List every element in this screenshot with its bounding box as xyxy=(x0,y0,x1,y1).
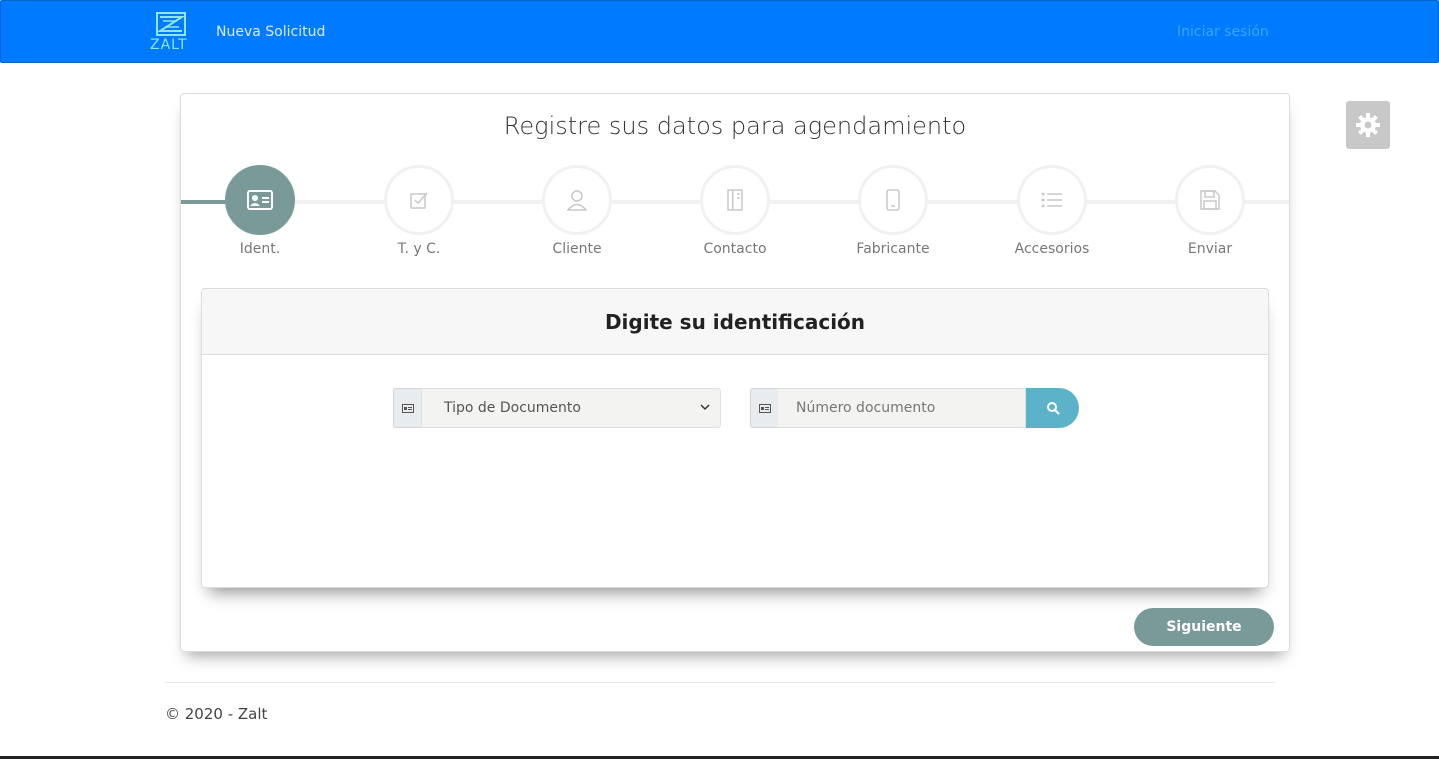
id-card-icon xyxy=(750,388,778,428)
top-navbar: ZALT Nueva Solicitud Iniciar sesión xyxy=(0,0,1439,63)
footer-copyright: © 2020 - Zalt xyxy=(165,705,268,723)
doc-type-value: Tipo de Documento xyxy=(444,400,581,416)
id-card-icon xyxy=(393,388,421,428)
mobile-icon xyxy=(858,165,928,235)
id-card-icon xyxy=(225,165,295,235)
doc-number-group: Número documento xyxy=(750,388,1079,428)
step-manufacturer[interactable]: Fabricante xyxy=(856,165,930,257)
step-terms[interactable]: T. y C. xyxy=(384,165,454,257)
search-icon xyxy=(1046,402,1060,415)
step-contact[interactable]: Contacto xyxy=(700,165,770,257)
doc-type-group: Tipo de Documento xyxy=(393,388,721,428)
doc-type-select[interactable]: Tipo de Documento xyxy=(421,388,721,428)
next-button[interactable]: Siguiente xyxy=(1134,608,1274,646)
step-ident[interactable]: Ident. xyxy=(225,165,295,257)
list-icon xyxy=(1017,165,1087,235)
address-book-icon xyxy=(700,165,770,235)
step-client[interactable]: Cliente xyxy=(542,165,612,257)
doc-number-placeholder: Número documento xyxy=(796,400,936,416)
registration-card: Registre sus datos para agendamiento Ide… xyxy=(180,93,1290,652)
step-label: Fabricante xyxy=(856,241,930,257)
nav-login-link[interactable]: Iniciar sesión xyxy=(1177,24,1269,40)
doc-number-input[interactable]: Número documento xyxy=(778,388,1026,428)
identification-panel: Digite su identificación Tipo de Documen… xyxy=(201,288,1269,588)
checkbox-icon xyxy=(384,165,454,235)
step-label: Enviar xyxy=(1187,241,1233,257)
step-label: Contacto xyxy=(703,241,767,257)
save-icon xyxy=(1175,165,1245,235)
step-label: Ident. xyxy=(239,241,281,257)
search-button[interactable] xyxy=(1026,388,1079,428)
step-send[interactable]: Enviar xyxy=(1175,165,1245,257)
step-label: Accesorios xyxy=(1014,241,1090,257)
logo-text: ZALT xyxy=(150,37,188,53)
panel-heading: Digite su identificación xyxy=(202,289,1268,355)
step-label: Cliente xyxy=(552,241,602,257)
user-icon xyxy=(542,165,612,235)
chevron-down-icon xyxy=(700,404,710,411)
page-title: Registre sus datos para agendamiento xyxy=(503,112,967,140)
settings-button[interactable] xyxy=(1346,101,1390,149)
nav-new-request[interactable]: Nueva Solicitud xyxy=(216,24,325,40)
step-label: T. y C. xyxy=(397,241,441,257)
gear-icon xyxy=(1356,113,1380,137)
footer-divider xyxy=(165,682,1275,683)
step-accessories[interactable]: Accesorios xyxy=(1015,165,1089,257)
